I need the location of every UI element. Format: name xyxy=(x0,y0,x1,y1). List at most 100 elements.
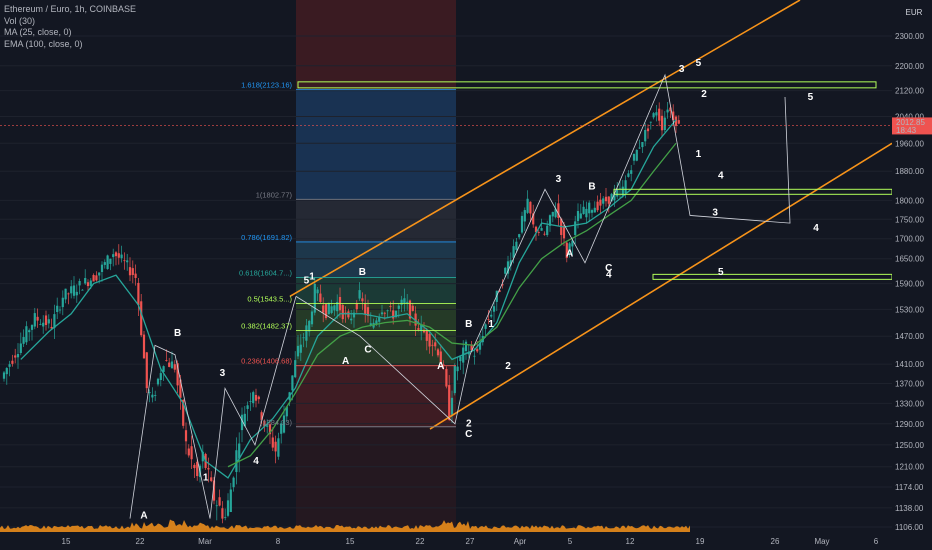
candle-body xyxy=(515,241,518,250)
candle-body xyxy=(436,349,440,356)
candle-body xyxy=(658,108,661,121)
candle-body xyxy=(33,313,36,327)
candle-body xyxy=(677,120,680,124)
candle-body xyxy=(145,352,148,389)
candle-body xyxy=(109,258,112,264)
zone-red xyxy=(296,365,456,427)
time-tick-label: 8 xyxy=(276,537,281,546)
currency-badge[interactable]: EUR xyxy=(902,6,926,20)
time-tick-label: Mar xyxy=(198,537,212,546)
candle-body xyxy=(425,329,428,341)
time-tick-label: Apr xyxy=(514,537,527,546)
candle-body xyxy=(604,196,608,202)
candle-body xyxy=(526,198,529,213)
wave-label: C xyxy=(465,429,472,440)
candle-body xyxy=(599,199,602,206)
price-tick-label: 1174.00 xyxy=(895,483,924,492)
price-tick-label: 2120.00 xyxy=(895,87,924,96)
candle-body xyxy=(302,337,305,339)
candle-body xyxy=(103,262,106,265)
candle-body xyxy=(184,430,188,442)
candle-body xyxy=(249,401,252,402)
candle-body xyxy=(117,253,120,258)
candle-body xyxy=(89,280,92,286)
candle-body xyxy=(400,299,403,305)
candle-body xyxy=(252,392,255,404)
wave-label: 4 xyxy=(718,170,724,181)
price-tick-label: 1960.00 xyxy=(895,139,924,148)
candle-body xyxy=(221,508,224,519)
zone-grey xyxy=(296,199,456,242)
candle-body xyxy=(81,289,84,291)
fib-level-label: 1(1802.77) xyxy=(256,190,293,199)
wave-label: 5 xyxy=(808,92,814,103)
candle-body xyxy=(232,477,235,488)
candle-body xyxy=(380,312,384,315)
candle-body xyxy=(607,196,610,204)
candle-body xyxy=(98,272,101,276)
candle-body xyxy=(112,254,115,258)
volume-indicator-label[interactable]: Vol (30) xyxy=(4,16,136,28)
wave-label: 4 xyxy=(606,269,612,280)
wave-label: C xyxy=(364,344,371,355)
wave-label: 2 xyxy=(701,89,707,100)
candle-body xyxy=(42,322,45,327)
candle-body xyxy=(630,170,633,174)
time-tick-label: May xyxy=(814,537,829,546)
candle-body xyxy=(350,318,353,321)
time-tick-label: 22 xyxy=(416,537,425,546)
current-price-countdown: 18:43 xyxy=(896,126,917,135)
chart-legend: Ethereum / Euro, 1h, COINBASE Vol (30) M… xyxy=(4,4,136,50)
candle-body xyxy=(386,310,389,312)
ema-indicator-label[interactable]: EMA (100, close, 0) xyxy=(4,39,136,51)
time-tick-label: 27 xyxy=(466,537,475,546)
ma-indicator-label[interactable]: MA (25, close, 0) xyxy=(4,27,136,39)
wave-label: 2 xyxy=(505,361,511,372)
candle-body xyxy=(78,281,81,286)
wave-label: A xyxy=(342,356,349,367)
candle-body xyxy=(226,500,230,516)
candle-body xyxy=(434,342,437,347)
wave-label: 1 xyxy=(203,473,209,484)
candle-body xyxy=(308,320,311,332)
candle-body xyxy=(137,282,140,306)
candle-body xyxy=(140,301,143,336)
price-tick-label: 1370.00 xyxy=(895,379,924,388)
time-axis-bg xyxy=(0,532,892,550)
fib-level-label: 0.236(1406.68) xyxy=(241,357,292,366)
price-tick-label: 1290.00 xyxy=(895,420,924,429)
candle-body xyxy=(14,355,17,358)
candle-body xyxy=(341,305,344,320)
symbol-title[interactable]: Ethereum / Euro, 1h, COINBASE xyxy=(4,4,136,16)
candle-body xyxy=(322,305,325,313)
zone-top-red xyxy=(296,0,456,90)
candle-body xyxy=(476,349,479,352)
candle-body xyxy=(537,232,540,233)
candle-body xyxy=(215,505,218,507)
shaded-zones xyxy=(296,0,456,532)
candle-body xyxy=(504,267,507,274)
time-axis[interactable]: 15 22 Mar 8 15 22 27 Apr 5 12 19 26 May 6 xyxy=(0,532,892,550)
price-axis[interactable]: 2300.002200.002120.002040.001960.001880.… xyxy=(0,0,932,550)
wave-label: A xyxy=(566,249,573,260)
candle-body xyxy=(375,320,378,324)
candle-body xyxy=(649,121,652,123)
candle-body xyxy=(585,208,588,218)
candle-body xyxy=(67,293,70,295)
candle-body xyxy=(646,128,650,132)
candle-body xyxy=(473,355,476,357)
time-tick-label: 5 xyxy=(568,537,573,546)
candle-body xyxy=(134,273,137,278)
candle-body xyxy=(403,298,406,304)
candle-body xyxy=(120,254,123,259)
price-tick-label: 1700.00 xyxy=(895,235,924,244)
candle-body xyxy=(218,497,221,506)
candle-body xyxy=(576,211,580,221)
candle-body xyxy=(142,334,146,359)
candle-body xyxy=(70,286,73,294)
candle-body xyxy=(156,378,160,385)
price-chart[interactable]: 1.618(2123.16) 1(1802.77) 0.786(1691.82) 0.… xyxy=(0,0,932,550)
candle-body xyxy=(154,394,157,396)
candle-body xyxy=(25,326,28,343)
time-tick-label: 26 xyxy=(771,537,780,546)
